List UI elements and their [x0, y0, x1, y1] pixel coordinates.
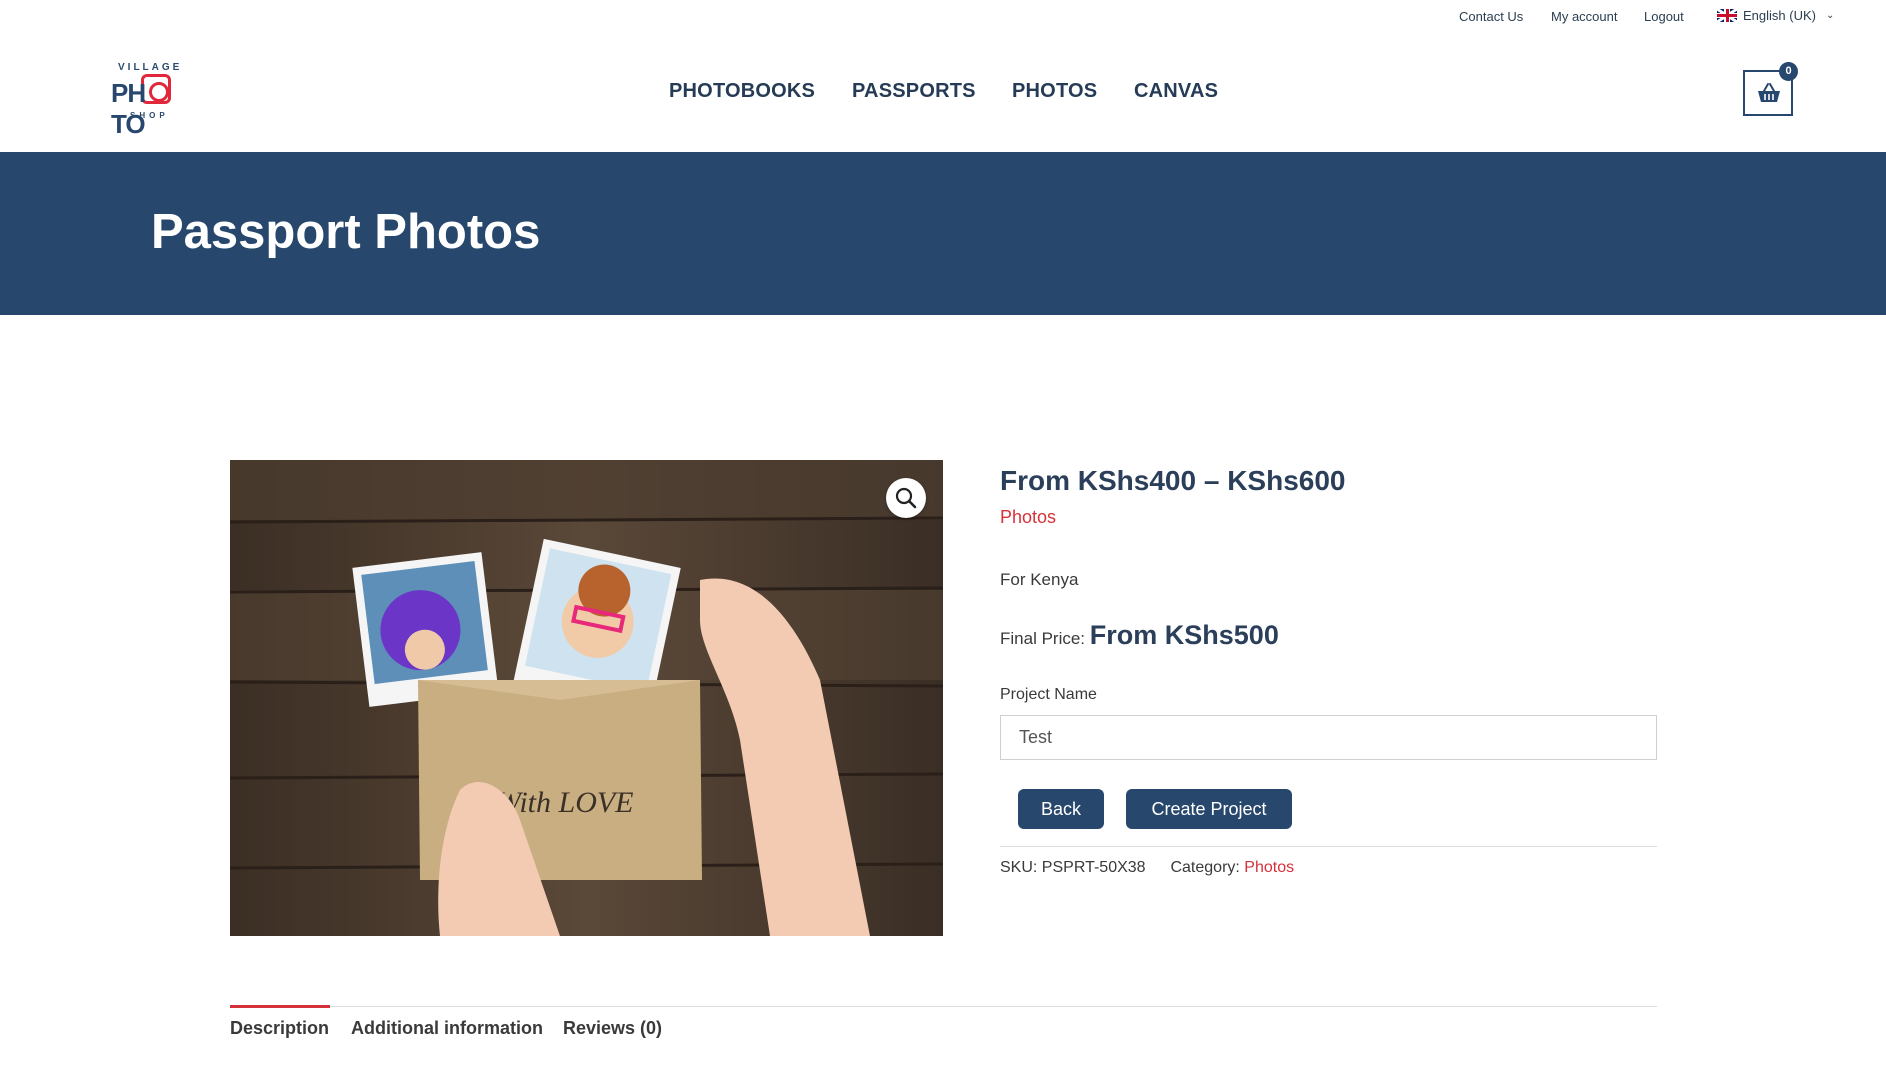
create-project-button[interactable]: Create Project — [1126, 789, 1292, 829]
top-utility-bar: Contact Us My account Logout English (UK… — [0, 0, 1886, 34]
logo-shop-text: SHOP — [130, 111, 169, 120]
short-description: For Kenya — [1000, 570, 1079, 589]
tabs-divider — [230, 1006, 1657, 1007]
final-price: Final Price: From KShs500 — [1000, 620, 1279, 651]
category-value-link[interactable]: Photos — [1244, 859, 1294, 876]
logo-village-text: VILLAGE — [118, 62, 183, 73]
site-logo[interactable]: VILLAGE PHTO SHOP — [108, 60, 198, 139]
product-image[interactable]: With LOVE — [230, 460, 943, 936]
product-photo: With LOVE — [230, 460, 943, 936]
nav-photos[interactable]: PHOTOS — [1012, 80, 1097, 103]
nav-canvas[interactable]: CANVAS — [1134, 80, 1218, 103]
page-banner: Passport Photos — [0, 152, 1886, 315]
my-account-link[interactable]: My account — [1551, 9, 1617, 24]
sku-label: SKU: — [1000, 859, 1038, 876]
project-name-input[interactable] — [1000, 715, 1657, 760]
final-price-value: From KShs500 — [1089, 620, 1279, 650]
sku-value: PSPRT-50X38 — [1041, 859, 1146, 876]
category-link[interactable]: Photos — [1000, 507, 1056, 528]
cart-button[interactable]: 0 — [1743, 62, 1798, 116]
nav-photobooks[interactable]: PHOTOBOOKS — [669, 80, 815, 103]
price-range: From KShs400 – KShs600 — [1000, 465, 1346, 496]
contact-us-link[interactable]: Contact Us — [1459, 9, 1523, 24]
divider — [1000, 846, 1657, 847]
zoom-button[interactable] — [886, 478, 926, 518]
chevron-down-icon: ⌄ — [1825, 10, 1835, 21]
category-label: Category: — [1170, 859, 1240, 876]
uk-flag-icon — [1717, 9, 1737, 22]
cart-count-badge: 0 — [1779, 62, 1798, 81]
project-name-label: Project Name — [1000, 686, 1097, 703]
page-title: Passport Photos — [151, 205, 541, 259]
language-label: English (UK) — [1743, 8, 1816, 23]
nav-passports[interactable]: PASSPORTS — [852, 80, 976, 103]
logout-link[interactable]: Logout — [1644, 9, 1684, 24]
tab-additional-information[interactable]: Additional information — [351, 1018, 543, 1039]
tab-description[interactable]: Description — [230, 1018, 329, 1039]
magnifier-icon — [895, 487, 917, 509]
logo-photo-text: PHTO — [111, 78, 146, 139]
basket-icon — [1758, 83, 1780, 102]
active-tab-indicator — [230, 1005, 330, 1008]
language-switcher[interactable]: English (UK) ⌄ — [1717, 8, 1834, 23]
tab-reviews[interactable]: Reviews (0) — [563, 1018, 662, 1039]
back-button[interactable]: Back — [1018, 789, 1104, 829]
final-price-label: Final Price: — [1000, 629, 1086, 648]
product-meta: SKU: PSPRT-50X38 Category: Photos — [1000, 859, 1294, 877]
